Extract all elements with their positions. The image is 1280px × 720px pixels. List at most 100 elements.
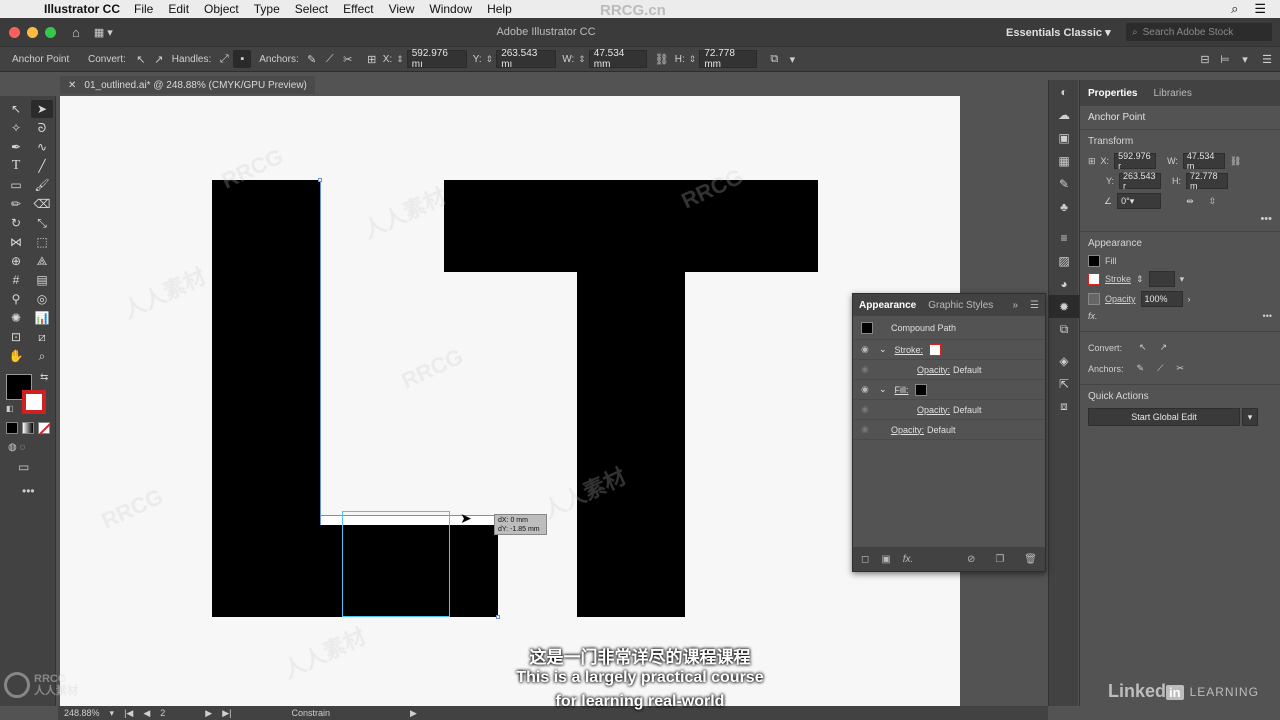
type-tool-icon[interactable]: T [5, 157, 27, 175]
menu-window[interactable]: Window [429, 2, 472, 16]
panel-menu-icon[interactable]: ☰ [1258, 50, 1276, 68]
fill-swatch[interactable] [1088, 255, 1100, 267]
chevron-down-icon[interactable]: ▾ [1242, 408, 1258, 426]
letter-t-stem[interactable] [577, 272, 685, 617]
convert-smooth-icon[interactable]: ↗ [1160, 342, 1168, 353]
gradient-mode-icon[interactable] [22, 422, 34, 434]
width-tool-icon[interactable]: ⋈ [5, 233, 27, 251]
flip-horizontal-icon[interactable]: ⇹ [1186, 196, 1194, 207]
more-options-icon[interactable]: ••• [1263, 311, 1272, 321]
duplicate-item-icon[interactable]: ❐ [995, 554, 1004, 565]
add-fill-icon[interactable]: ▣ [881, 554, 890, 565]
hide-handles-icon[interactable]: ▪ [233, 50, 252, 68]
blend-tool-icon[interactable]: ◎ [31, 290, 53, 308]
scale-tool-icon[interactable]: ⤡ [31, 214, 53, 232]
w-field[interactable]: 47.534 mm [588, 48, 647, 70]
image-trace-icon[interactable]: ▣ [1049, 126, 1079, 149]
cut-path-icon[interactable]: ✂ [339, 50, 357, 68]
tab-libraries[interactable]: Libraries [1145, 88, 1199, 99]
flip-vertical-icon[interactable]: ⇳ [1209, 196, 1217, 207]
menu-type[interactable]: Type [254, 2, 280, 16]
stroke-swatch[interactable] [1088, 273, 1100, 285]
transform-options-icon[interactable]: ⧉ [765, 50, 783, 68]
rectangle-tool-icon[interactable]: ▭ [5, 176, 27, 194]
transparency-panel-icon[interactable]: ◕ [1049, 272, 1079, 295]
visibility-eye-icon[interactable]: ◉ [861, 384, 875, 395]
selection-tool-icon[interactable]: ↖ [5, 100, 27, 118]
reference-point-icon[interactable]: ⊞ [1088, 156, 1096, 167]
curvature-tool-icon[interactable]: ∿ [31, 138, 53, 156]
app-menu[interactable]: Illustrator CC [44, 2, 120, 16]
collapse-panel-icon[interactable]: » [1006, 300, 1024, 311]
y-stepper-icon[interactable]: ⇕ [486, 54, 494, 65]
document-tab[interactable]: ✕ 01_outlined.ai* @ 248.88% (CMYK/GPU Pr… [60, 76, 315, 94]
convert-corner-icon[interactable]: ↖ [132, 50, 150, 68]
pencil-tool-icon[interactable]: ✏ [5, 195, 27, 213]
delete-item-icon[interactable]: 🗑 [1024, 554, 1037, 565]
pen-tool-icon[interactable]: ✒ [5, 138, 27, 156]
more-options-icon[interactable]: ▾ [1236, 50, 1254, 68]
expand-chevron-icon[interactable]: ⌄ [879, 384, 887, 395]
hand-tool-icon[interactable]: ✋ [5, 347, 27, 365]
connect-anchor-icon[interactable]: ⟋ [321, 50, 339, 68]
stroke-label[interactable]: Stroke [1105, 274, 1131, 284]
slice-tool-icon[interactable]: ⧄ [31, 328, 53, 346]
anchor-point[interactable] [318, 178, 322, 182]
w-field[interactable]: 47.534 m [1182, 151, 1225, 171]
fill-opacity-label[interactable]: Opacity: [917, 405, 950, 415]
layers-icon[interactable]: ◈ [1049, 349, 1079, 372]
tab-graphic-styles[interactable]: Graphic Styles [922, 300, 999, 311]
menu-object[interactable]: Object [204, 2, 239, 16]
menu-effect[interactable]: Effect [343, 2, 373, 16]
stroke-swatch[interactable] [929, 343, 942, 356]
remove-anchor-icon[interactable]: ✎ [303, 50, 321, 68]
y-field[interactable]: 263.543 mı [496, 48, 557, 70]
default-colors-icon[interactable]: ◧ [6, 404, 14, 413]
stock-search-input[interactable]: ⌕ Search Adobe Stock [1126, 23, 1272, 41]
menu-view[interactable]: View [389, 2, 415, 16]
menu-list-icon[interactable]: ☰ [1254, 1, 1266, 17]
swap-fill-stroke-icon[interactable]: ⇆ [40, 372, 48, 383]
tab-appearance[interactable]: Appearance [853, 300, 922, 311]
none-mode-icon[interactable] [38, 422, 51, 435]
dropdown-chevron-icon[interactable]: ▾ [783, 50, 801, 68]
more-options-icon[interactable]: ••• [1088, 213, 1272, 225]
color-guide-icon[interactable]: ◐ [1049, 80, 1079, 103]
menu-edit[interactable]: Edit [168, 2, 189, 16]
menu-help[interactable]: Help [487, 2, 512, 16]
h-field[interactable]: 72.778 m [1186, 171, 1229, 191]
remove-anchor-icon[interactable]: ✎ [1137, 363, 1145, 374]
h-field[interactable]: 72.778 mm [699, 48, 758, 70]
graphic-styles-icon[interactable]: ⧉ [1049, 318, 1079, 341]
cut-path-icon[interactable]: ✂ [1176, 363, 1184, 374]
lasso-tool-icon[interactable]: ᘐ [31, 119, 53, 137]
color-mode-icon[interactable] [6, 422, 18, 434]
artboards-icon[interactable]: ⧈ [1049, 395, 1079, 418]
mesh-tool-icon[interactable]: # [5, 271, 27, 289]
swatches-icon[interactable]: ▦ [1049, 149, 1079, 172]
edit-toolbar-icon[interactable]: ••• [22, 484, 35, 498]
show-handles-icon[interactable]: ⤢ [215, 50, 233, 68]
add-effect-icon[interactable]: fx. [903, 554, 914, 565]
convert-corner-icon[interactable]: ↖ [1139, 342, 1147, 353]
line-tool-icon[interactable]: ╱ [31, 157, 53, 175]
stroke-panel-icon[interactable]: ≡ [1049, 226, 1079, 249]
stroke-weight-stepper-icon[interactable]: ⇕ [1136, 274, 1144, 285]
column-graph-tool-icon[interactable]: 📊 [31, 309, 53, 327]
rotate-field[interactable]: 0° ▾ [1117, 193, 1162, 209]
perspective-grid-tool-icon[interactable]: ⟁ [31, 252, 53, 270]
y-field[interactable]: 263.543 r [1119, 171, 1162, 191]
gradient-panel-icon[interactable]: ▨ [1049, 249, 1079, 272]
eyedropper-tool-icon[interactable]: ⚲ [5, 290, 27, 308]
paintbrush-tool-icon[interactable]: 🖌 [31, 176, 53, 194]
reference-point-icon[interactable]: ⊞ [363, 50, 381, 68]
opacity-label[interactable]: Opacity [1105, 294, 1136, 304]
link-proportions-icon[interactable]: ⛓ [653, 50, 671, 68]
draw-mode-icon[interactable]: ◍ ◌ [8, 442, 25, 453]
letter-t-bar[interactable] [444, 180, 818, 272]
visibility-eye-icon[interactable]: ◉ [861, 404, 875, 415]
eraser-tool-icon[interactable]: ⌫ [31, 195, 53, 213]
distribute-icon[interactable]: ⊨ [1216, 50, 1234, 68]
artboard-tool-icon[interactable]: ⊡ [5, 328, 27, 346]
spotlight-search-icon[interactable]: ⌕ [1231, 1, 1238, 17]
